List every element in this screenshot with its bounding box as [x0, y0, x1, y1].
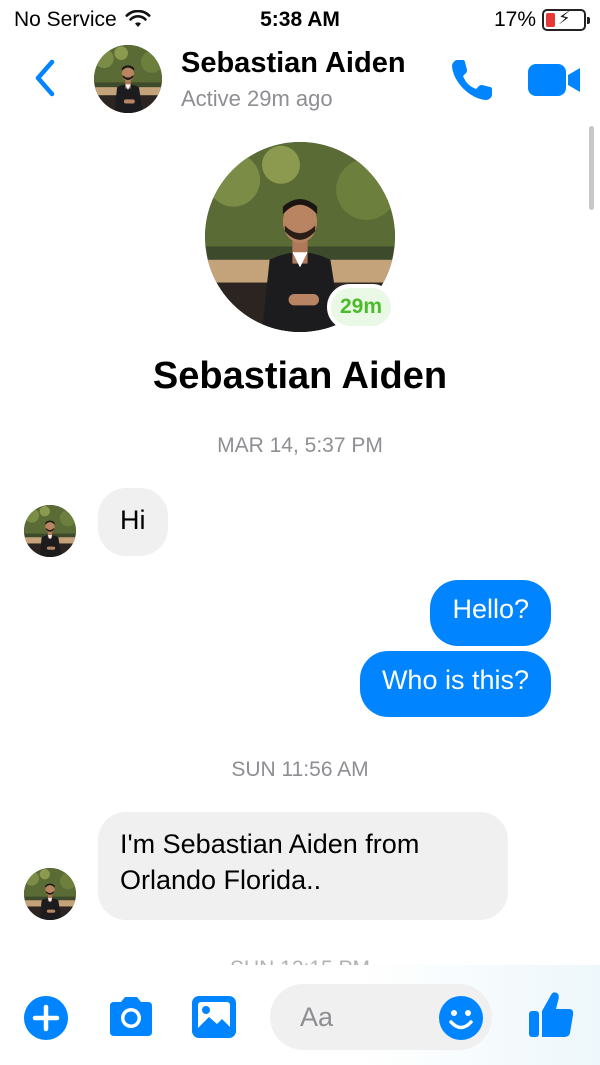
battery-icon: ⚡	[542, 8, 590, 31]
voice-call-button[interactable]	[448, 54, 498, 104]
incoming-message[interactable]: Hi	[98, 488, 168, 556]
timestamp: MAR 14, 5:37 PM	[217, 434, 383, 457]
battery-percent: 17%	[493, 8, 536, 31]
image-icon	[192, 996, 236, 1038]
gallery-button[interactable]	[190, 994, 238, 1045]
message-line: Orlando Florida..	[120, 865, 322, 896]
thumbs-up-icon	[529, 992, 574, 1037]
video-call-button[interactable]	[526, 60, 584, 100]
emoji-button[interactable]	[438, 995, 484, 1046]
message-line: I'm Sebastian Aiden from	[120, 829, 420, 859]
active-time-badge: 29m	[327, 284, 395, 330]
plus-icon	[24, 996, 68, 1040]
chat-header: Sebastian Aiden Active 29m ago	[0, 40, 600, 120]
message-avatar[interactable]	[24, 505, 76, 557]
video-camera-icon	[528, 64, 580, 96]
header-avatar[interactable]	[94, 45, 162, 113]
status-right: 17% ⚡	[493, 8, 590, 32]
status-bar: No Service 5:38 AM 17% ⚡	[0, 0, 600, 40]
back-button[interactable]	[28, 56, 64, 100]
more-actions-button[interactable]	[23, 995, 69, 1046]
outgoing-message[interactable]: Who is this?	[359, 651, 551, 717]
scrollbar[interactable]	[589, 126, 594, 210]
camera-icon	[110, 997, 152, 1036]
back-arrow-icon	[35, 59, 55, 97]
profile-name: Sebastian Aiden	[152, 355, 448, 397]
message-avatar[interactable]	[24, 868, 76, 920]
phone-icon	[452, 60, 492, 100]
outgoing-message[interactable]: Hello?	[430, 580, 551, 646]
contact-name[interactable]: Sebastian Aiden	[181, 47, 406, 80]
composer-bar	[0, 965, 600, 1065]
active-status: Active 29m ago	[181, 86, 333, 111]
like-button[interactable]	[526, 989, 576, 1046]
timestamp: SUN 11:56 AM	[231, 758, 369, 781]
camera-button[interactable]	[106, 994, 156, 1045]
emoji-icon	[439, 996, 483, 1040]
incoming-message[interactable]: I'm Sebastian Aiden from Orlando Florida…	[98, 812, 508, 920]
